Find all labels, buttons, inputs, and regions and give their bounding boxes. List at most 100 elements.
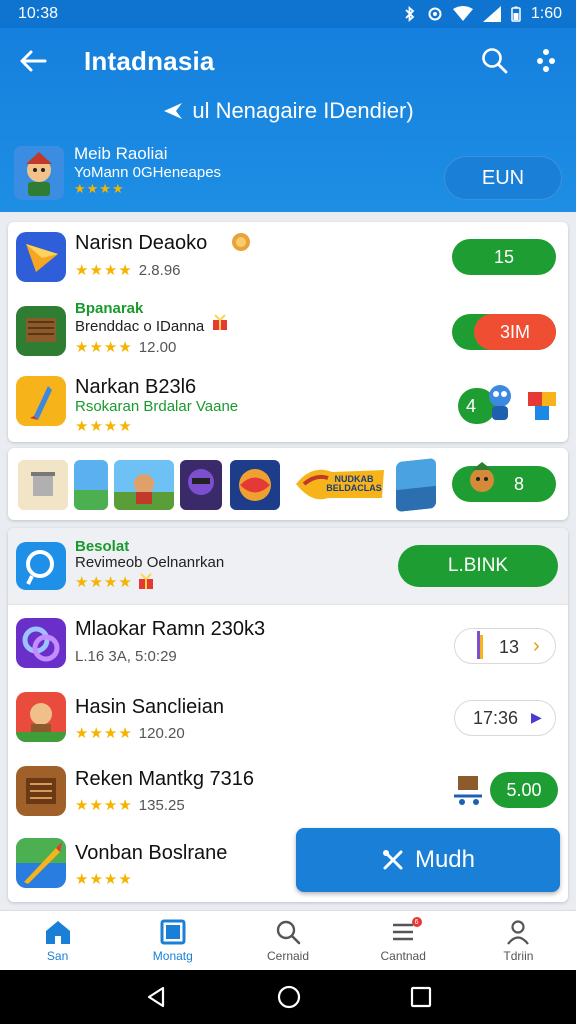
nav-label: San (46, 948, 69, 963)
list-item[interactable]: Narisn Deaoko ★★★★ 2.8.96 15 (8, 222, 568, 294)
app-title: Hasin Sanclieian (75, 696, 224, 718)
back-triangle-icon[interactable] (144, 985, 168, 1009)
bluetooth-icon (405, 6, 415, 22)
game-thumbnail[interactable] (74, 460, 108, 510)
app-icon (16, 376, 66, 426)
strip-action-button[interactable]: 8 (452, 462, 556, 502)
nav-item-search[interactable]: Cernaid (230, 911, 345, 970)
cart-icon (454, 776, 482, 805)
signal-icon (482, 6, 501, 22)
search-button[interactable] (478, 44, 510, 76)
featured-app-stars: ★★★★ (74, 181, 125, 196)
rating-stars: ★★★★ (75, 339, 133, 356)
puzzle-icon (528, 392, 556, 420)
link-button[interactable]: L.BINK (398, 545, 558, 587)
list-item[interactable]: Mlaokar Ramn 230k3 L.16 3A, 5:0:29 13 › (8, 606, 568, 680)
featured-run-button[interactable]: EUN (444, 156, 562, 200)
featured-app[interactable]: Meib Raoliai YoMann 0GHeneapes ★★★★ EUN (14, 144, 562, 204)
app-title: Mlaokar Ramn 230k3 (75, 618, 266, 640)
page-title: Intadnasia (84, 46, 215, 76)
notification-badge: 6 (411, 917, 422, 927)
app-icon (16, 692, 66, 742)
tools-icon (382, 850, 403, 870)
app-rating: ★★★★ 135.25 (75, 796, 185, 814)
play-arrows-icon: ▶ (531, 709, 542, 725)
list-item[interactable]: Hasin Sanclieian ★★★★ 120.20 17:36 ▶ (8, 680, 568, 754)
status-bar: 10:38 1:60 (0, 0, 576, 28)
chevron-right-icon: › (533, 635, 540, 657)
game-character-icon (470, 462, 494, 492)
app-rating: ★★★★ (75, 573, 139, 591)
update-button[interactable]: 17:36 ▶ (454, 700, 556, 736)
game-strip-card: NUDKAB BELDACLAS 8 (8, 448, 568, 520)
more-dots-icon (537, 49, 555, 72)
divider (8, 604, 568, 605)
app-icon (16, 232, 66, 282)
nav-item-monatg[interactable]: Monatg (115, 911, 230, 970)
subtitle-text: ul Nenagaire IDendier) (192, 98, 414, 123)
game-thumbnail[interactable] (18, 460, 68, 510)
app-icon (16, 542, 66, 590)
rating-stars: ★★★★ (75, 574, 133, 591)
recents-square-icon[interactable] (410, 986, 432, 1008)
game-thumbnail[interactable] (396, 457, 436, 513)
square-icon (160, 919, 186, 944)
app-rating: ★★★★ 120.20 (75, 724, 185, 742)
game-thumbnail[interactable] (180, 460, 222, 510)
app-icon (16, 838, 66, 888)
app-title: Vonban Boslrane (75, 842, 228, 864)
featured-app-icon (14, 146, 64, 200)
search-icon (276, 920, 301, 944)
character-icon (489, 385, 511, 420)
back-button[interactable] (16, 44, 50, 78)
featured-app-title: Meib Raoliai (74, 144, 168, 163)
highlighted-item[interactable]: Besolat Revimeob Oelnanrkan ★★★★ L.BINK (8, 528, 568, 604)
app-icon (16, 618, 66, 668)
app-bar: Intadnasia ul Nenagaire IDendier) Meib R… (0, 28, 576, 212)
fab-label: Mudh (414, 846, 476, 873)
rating-stars: ★★★★ (75, 262, 133, 279)
nav-item-profile[interactable]: Tdriin (461, 911, 576, 970)
mudh-fab-button[interactable]: Mudh (296, 828, 560, 892)
home-icon (45, 920, 70, 944)
game-thumbnail[interactable] (114, 460, 174, 510)
featured-app-subtitle: YoMann 0GHeneapes (74, 164, 222, 181)
app-rating: ★★★★ (75, 417, 139, 435)
app-rating: ★★★★ 2.8.96 (75, 261, 181, 279)
rating-stars: ★★★★ (75, 871, 133, 888)
send-icon (164, 103, 183, 119)
update-button[interactable]: 13 › (454, 628, 556, 664)
status-time: 10:38 (18, 5, 59, 22)
more-button[interactable] (530, 44, 562, 76)
nav-label: Cantnad (380, 948, 426, 963)
game-banner[interactable]: NUDKAB BELDACLAS (292, 464, 388, 504)
search-icon (482, 48, 508, 74)
home-circle-icon[interactable] (276, 984, 302, 1010)
nav-item-home[interactable]: San (0, 911, 115, 970)
list-item[interactable]: Bpanarak Brenddac o IDanna ★★★★ 12.00 3IM (8, 294, 568, 366)
app-subtitle: Brenddac o IDanna (75, 318, 205, 335)
coin-icon (232, 233, 250, 251)
app-subtitle: Revimeob Oelnanrkan (75, 554, 225, 571)
install-button[interactable]: 15 (452, 239, 556, 275)
battery-icon (511, 6, 521, 22)
app-category: Besolat (75, 538, 130, 555)
app-rating: ★★★★ (75, 870, 139, 888)
buy-button[interactable]: 5.00 (490, 772, 558, 808)
list-item[interactable]: Narkan B23l6 Rsokaran Brdalar Vaane ★★★★… (8, 366, 568, 442)
app-bar-subtitle: ul Nenagaire IDendier) (0, 98, 576, 124)
app-category: Rsokaran Brdalar Vaane (75, 398, 239, 415)
bar-icon (477, 631, 483, 659)
strip-action-label: 8 (514, 474, 525, 494)
update-label: 17:36 (473, 707, 519, 728)
list-item[interactable]: Reken Mantkg 7316 ★★★★ 135.25 5.00 (8, 754, 568, 828)
game-thumbnail[interactable] (230, 460, 280, 510)
install-button[interactable]: 3IM (474, 314, 556, 350)
gift-icon (213, 314, 227, 330)
rating-stars: ★★★★ (75, 725, 133, 742)
rating-value: 12.00 (138, 339, 177, 356)
app-icon (16, 306, 66, 356)
app-title: Reken Mantkg 7316 (75, 768, 255, 790)
status-icons: 1:60 (403, 5, 562, 23)
nav-item-list[interactable]: 6 Cantnad (346, 911, 461, 970)
